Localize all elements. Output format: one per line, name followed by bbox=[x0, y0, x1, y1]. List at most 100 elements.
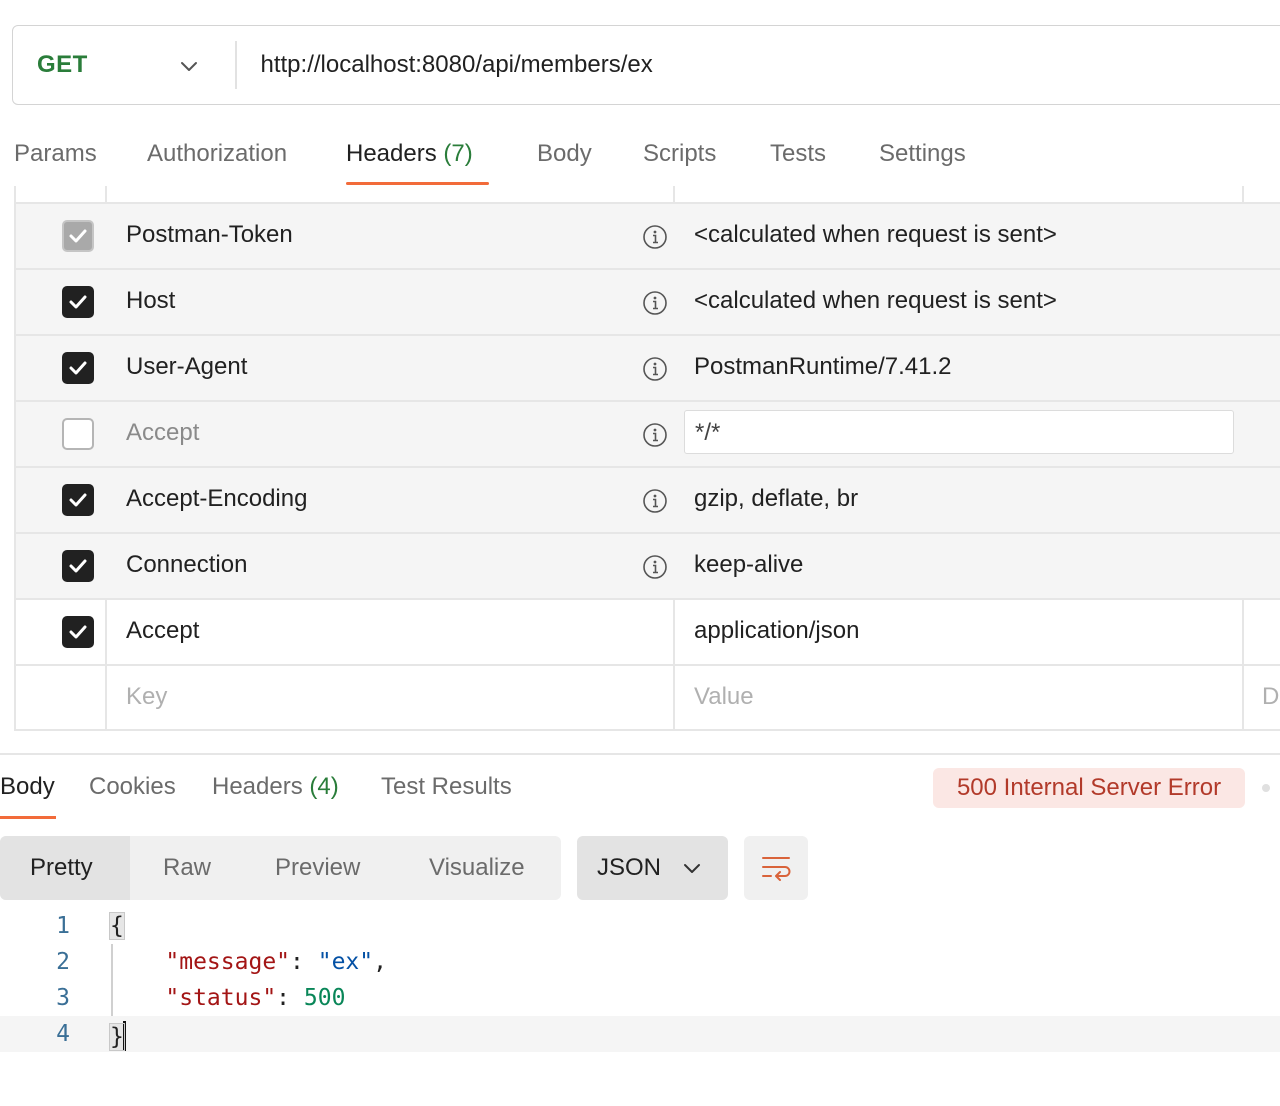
info-icon[interactable] bbox=[642, 554, 668, 580]
code-text: "message": "ex", bbox=[165, 949, 387, 975]
tab-headers-label: Headers bbox=[346, 140, 437, 167]
table-row: Host <calculated when request is sent> bbox=[16, 268, 1280, 334]
header-key[interactable]: Accept bbox=[126, 419, 199, 447]
view-mode-segmented: Pretty Raw Preview Visualize bbox=[0, 836, 561, 900]
check-icon bbox=[69, 361, 87, 375]
table-row: Accept application/json bbox=[16, 598, 1280, 664]
header-key[interactable]: Accept bbox=[126, 617, 199, 645]
header-value[interactable]: keep-alive bbox=[694, 551, 803, 579]
row-checkbox[interactable] bbox=[62, 484, 94, 516]
view-raw[interactable]: Raw bbox=[163, 836, 211, 900]
headers-table: Postman-Token <calculated when request i… bbox=[14, 186, 1280, 731]
info-icon[interactable] bbox=[642, 290, 668, 316]
table-row-new: Key Value De bbox=[16, 664, 1280, 730]
status-badge[interactable]: 500 Internal Server Error bbox=[933, 768, 1245, 808]
row-checkbox[interactable] bbox=[62, 616, 94, 648]
header-value[interactable]: PostmanRuntime/7.41.2 bbox=[694, 353, 951, 381]
code-text: { bbox=[109, 912, 125, 940]
line-number: 4 bbox=[56, 1021, 70, 1047]
header-value[interactable]: <calculated when request is sent> bbox=[694, 287, 1057, 315]
info-icon[interactable] bbox=[642, 224, 668, 250]
chevron-down-icon bbox=[684, 864, 700, 873]
info-icon[interactable] bbox=[642, 422, 668, 448]
header-key[interactable]: Connection bbox=[126, 551, 247, 579]
tab-authorization[interactable]: Authorization bbox=[147, 140, 287, 168]
header-key[interactable]: User-Agent bbox=[126, 353, 247, 381]
response-headers-count: (4) bbox=[309, 773, 339, 800]
tab-tests[interactable]: Tests bbox=[770, 140, 826, 168]
response-tab-test-results[interactable]: Test Results bbox=[381, 773, 512, 801]
tab-body[interactable]: Body bbox=[537, 140, 592, 168]
header-value-input[interactable]: */* bbox=[684, 410, 1234, 454]
section-divider bbox=[0, 753, 1280, 755]
indent-guide bbox=[111, 944, 113, 1016]
chevron-down-icon bbox=[181, 62, 197, 71]
view-preview[interactable]: Preview bbox=[275, 836, 360, 900]
description-placeholder[interactable]: De bbox=[1262, 683, 1280, 711]
table-row: Accept-Encoding gzip, deflate, br bbox=[16, 466, 1280, 532]
key-placeholder[interactable]: Key bbox=[126, 683, 167, 711]
header-value[interactable]: gzip, deflate, br bbox=[694, 485, 858, 513]
json-string-value: "ex" bbox=[317, 949, 374, 975]
tab-params[interactable]: Params bbox=[14, 140, 97, 168]
text-cursor bbox=[122, 1021, 126, 1051]
tab-scripts[interactable]: Scripts bbox=[643, 140, 716, 168]
method-select[interactable]: GET bbox=[13, 26, 235, 104]
row-checkbox[interactable] bbox=[62, 550, 94, 582]
row-checkbox[interactable] bbox=[62, 220, 94, 252]
url-input[interactable]: http://localhost:8080/api/members/ex bbox=[237, 51, 653, 79]
header-key[interactable]: Postman-Token bbox=[126, 221, 293, 249]
code-line: 2 "message": "ex", bbox=[0, 944, 1280, 980]
code-text: } bbox=[109, 1021, 126, 1051]
info-icon[interactable] bbox=[642, 356, 668, 382]
line-number: 2 bbox=[56, 949, 70, 975]
view-visualize[interactable]: Visualize bbox=[429, 836, 525, 900]
table-row: Connection keep-alive bbox=[16, 532, 1280, 598]
active-tab-indicator bbox=[346, 182, 489, 185]
code-line: 3 "status": 500 bbox=[0, 980, 1280, 1016]
check-icon bbox=[69, 559, 87, 573]
response-tab-headers[interactable]: Headers (4) bbox=[212, 773, 339, 801]
request-tabs: Params Authorization Headers (7) Body Sc… bbox=[0, 128, 1280, 188]
row-checkbox[interactable] bbox=[62, 286, 94, 318]
check-icon bbox=[69, 229, 87, 243]
view-pretty[interactable]: Pretty bbox=[30, 836, 93, 900]
tab-headers-count: (7) bbox=[443, 140, 473, 167]
value-placeholder[interactable]: Value bbox=[694, 683, 754, 711]
wrap-lines-icon bbox=[762, 857, 791, 881]
json-key: "status" bbox=[165, 985, 277, 1011]
dot-icon bbox=[1262, 784, 1270, 792]
check-icon bbox=[69, 625, 87, 639]
info-icon[interactable] bbox=[642, 488, 668, 514]
code-line-current: 4 } bbox=[0, 1016, 1280, 1052]
header-key[interactable]: Accept-Encoding bbox=[126, 485, 307, 513]
line-number: 3 bbox=[56, 985, 70, 1011]
active-response-tab-indicator bbox=[0, 816, 56, 819]
url-bar: GET http://localhost:8080/api/members/ex bbox=[12, 25, 1280, 105]
header-value[interactable]: application/json bbox=[694, 617, 859, 645]
line-number: 1 bbox=[56, 913, 70, 939]
json-key: "message" bbox=[165, 949, 291, 975]
tab-settings[interactable]: Settings bbox=[879, 140, 966, 168]
header-key[interactable]: Host bbox=[126, 287, 175, 315]
row-checkbox[interactable] bbox=[62, 352, 94, 384]
response-tab-body[interactable]: Body bbox=[0, 773, 55, 801]
wrap-lines-button[interactable] bbox=[744, 836, 808, 900]
check-icon bbox=[69, 295, 87, 309]
row-checkbox[interactable] bbox=[62, 418, 94, 450]
response-headers-label: Headers bbox=[212, 773, 303, 800]
table-row: Postman-Token <calculated when request i… bbox=[16, 202, 1280, 268]
table-row: Accept */* bbox=[16, 400, 1280, 466]
format-label: JSON bbox=[597, 854, 662, 881]
header-value[interactable]: <calculated when request is sent> bbox=[694, 221, 1057, 249]
open-brace: { bbox=[109, 912, 125, 940]
tab-headers[interactable]: Headers (7) bbox=[346, 140, 473, 168]
response-tab-cookies[interactable]: Cookies bbox=[89, 773, 176, 801]
response-body-editor[interactable]: 1 { 2 "message": "ex", 3 "status": 500 4… bbox=[0, 908, 1280, 1058]
code-line: 1 { bbox=[0, 908, 1280, 944]
code-text: "status": 500 bbox=[165, 985, 346, 1011]
method-label: GET bbox=[37, 51, 88, 78]
check-icon bbox=[69, 493, 87, 507]
table-row: User-Agent PostmanRuntime/7.41.2 bbox=[16, 334, 1280, 400]
format-select[interactable]: JSON bbox=[577, 836, 728, 900]
